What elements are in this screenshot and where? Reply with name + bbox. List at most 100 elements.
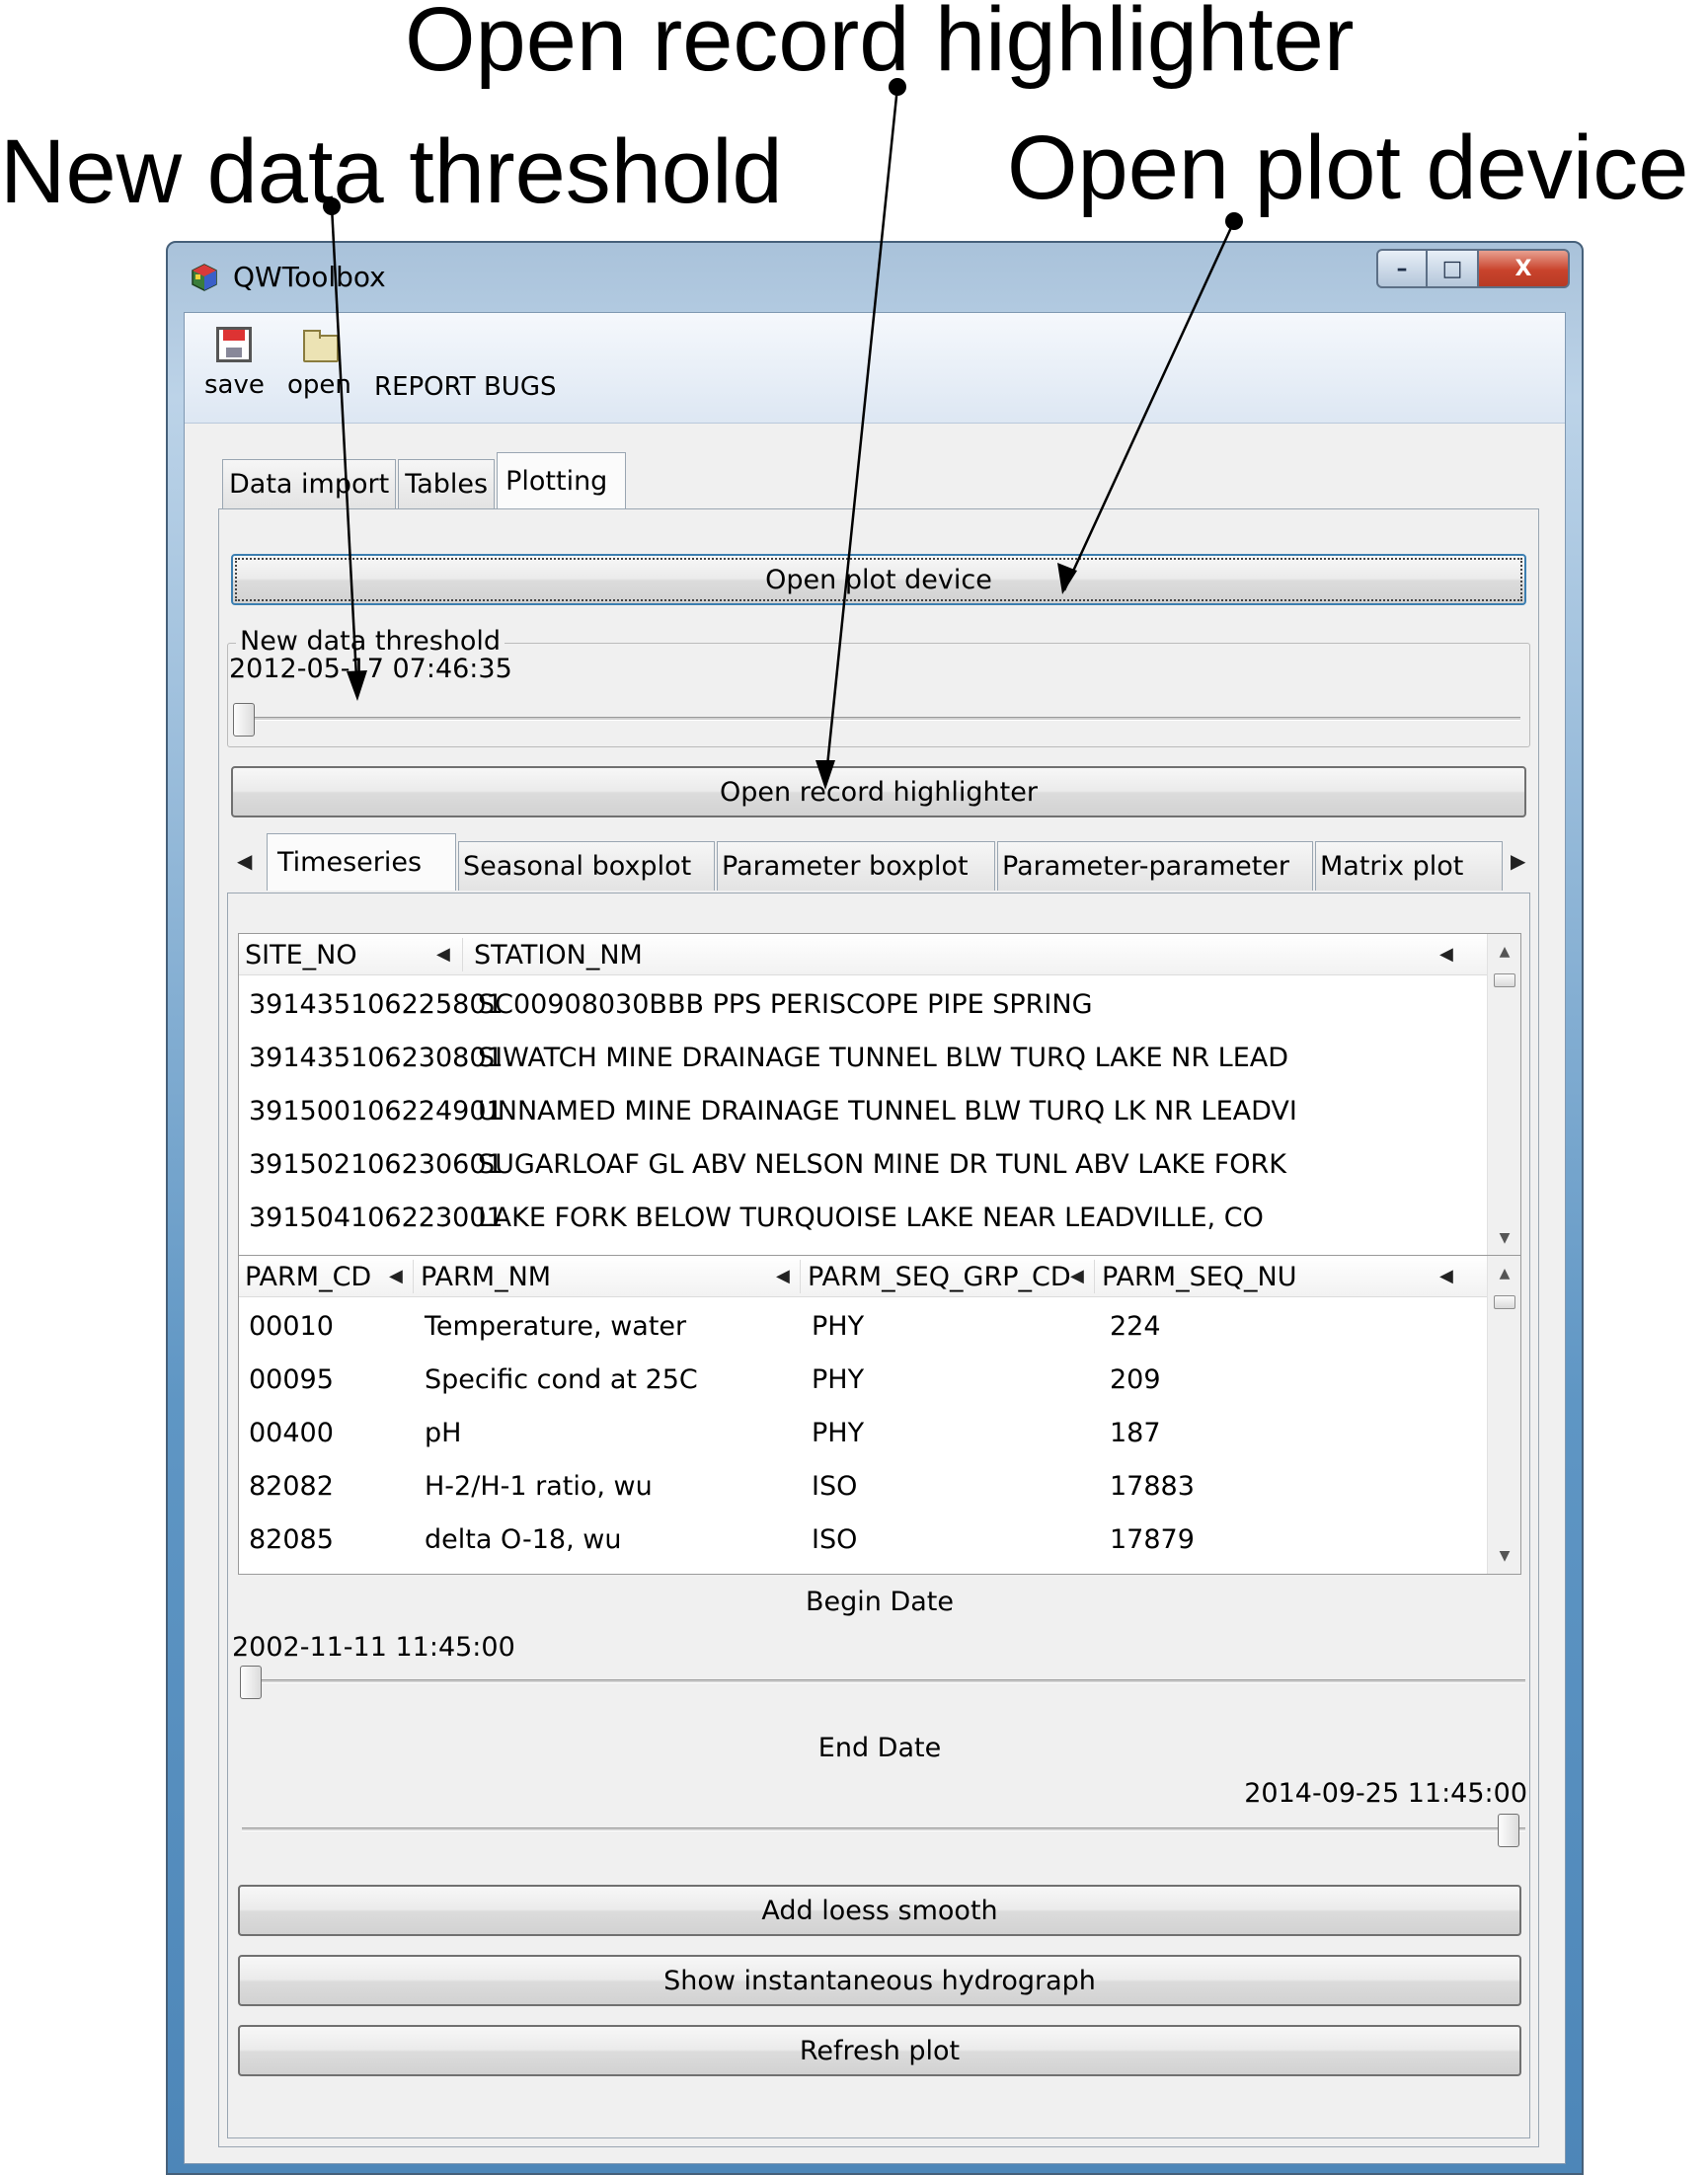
- floppy-disk-icon: [216, 327, 253, 362]
- parameters-table-header: PARM_CD ◀ PARM_NM ◀ PARM_SEQ_GRP_CD ◀ PA…: [239, 1256, 1487, 1297]
- close-button[interactable]: X: [1479, 249, 1570, 288]
- end-date-slider-handle[interactable]: [1498, 1814, 1519, 1847]
- plotting-panel: Open plot device New data threshold 2012…: [218, 508, 1539, 2147]
- column-separator[interactable]: [462, 938, 463, 971]
- scroll-thumb[interactable]: [1494, 973, 1515, 987]
- tab-tables[interactable]: Tables: [398, 459, 496, 508]
- sort-arrow-icon[interactable]: ◀: [389, 1266, 403, 1286]
- column-header-parm-seq-nu[interactable]: PARM_SEQ_NU: [1102, 1262, 1297, 1292]
- end-date-label: End Date: [817, 1733, 942, 1763]
- parm-seq-nu-cell: 17879: [1110, 1524, 1195, 1555]
- parm-nm-cell: H-2/H-1 ratio, wu: [425, 1471, 653, 1502]
- tab-data-import[interactable]: Data import: [222, 459, 397, 508]
- station-nm-cell: SUGARLOAF GL ABV NELSON MINE DR TUNL ABV…: [478, 1149, 1286, 1180]
- tab-scroll-right-icon[interactable]: ▶: [1511, 849, 1525, 873]
- sort-arrow-icon[interactable]: ◀: [1070, 1266, 1084, 1286]
- annotation-data-threshold: New data threshold: [0, 121, 783, 222]
- window-controls: – □ X: [1376, 249, 1570, 288]
- parm-nm-cell: pH: [425, 1418, 462, 1448]
- tab-parameter-boxplot[interactable]: Parameter boxplot: [717, 841, 995, 891]
- sites-table-scrollbar[interactable]: ▲ ▼: [1487, 934, 1520, 1256]
- add-loess-smooth-button[interactable]: Add loess smooth: [238, 1885, 1521, 1936]
- sites-table-header: SITE_NO ◀ STATION_NM ◀: [239, 934, 1487, 975]
- table-row[interactable]: 391435106225801 SC00908030BBB PPS PERISC…: [239, 979, 1487, 1033]
- save-label: save: [204, 370, 265, 400]
- timeseries-panel: SITE_NO ◀ STATION_NM ◀ 391435106225801 S…: [227, 893, 1530, 2138]
- threshold-title: New data threshold: [236, 626, 505, 657]
- tab-matrix-plot[interactable]: Matrix plot: [1315, 841, 1503, 891]
- sort-arrow-icon[interactable]: ◀: [1439, 1266, 1453, 1286]
- column-separator[interactable]: [800, 1260, 801, 1293]
- threshold-slider-track[interactable]: [237, 717, 1520, 721]
- site-no-cell: 391435106225801: [249, 989, 504, 1020]
- table-row[interactable]: 00095 Specific cond at 25C PHY 209: [239, 1355, 1487, 1408]
- parm-seq-grp-cd-cell: PHY: [812, 1311, 865, 1342]
- parameters-table-scrollbar[interactable]: ▲ ▼: [1487, 1256, 1520, 1574]
- maximize-button[interactable]: □: [1428, 249, 1479, 288]
- table-row[interactable]: 82082 H-2/H-1 ratio, wu ISO 17883: [239, 1461, 1487, 1515]
- tab-plotting[interactable]: Plotting: [497, 452, 627, 509]
- sort-arrow-icon[interactable]: ◀: [436, 944, 450, 965]
- parm-nm-cell: Temperature, water: [425, 1311, 687, 1342]
- column-header-parm-nm[interactable]: PARM_NM: [421, 1262, 551, 1292]
- column-separator[interactable]: [1094, 1260, 1095, 1293]
- scroll-thumb[interactable]: [1494, 1295, 1515, 1309]
- begin-date-value: 2002-11-11 11:45:00: [232, 1632, 515, 1663]
- threshold-value: 2012-05-17 07:46:35: [229, 654, 512, 684]
- parm-cd-cell: 82085: [249, 1524, 334, 1555]
- tab-scroll-left-icon[interactable]: ◀: [237, 849, 252, 873]
- sort-arrow-icon[interactable]: ◀: [1439, 944, 1453, 965]
- site-no-cell: 391502106230601: [249, 1149, 504, 1180]
- sites-table[interactable]: SITE_NO ◀ STATION_NM ◀ 391435106225801 S…: [238, 933, 1521, 1257]
- report-bugs-button[interactable]: REPORT BUGS: [374, 372, 556, 402]
- tab-seasonal-boxplot[interactable]: Seasonal boxplot: [458, 841, 715, 891]
- minimize-button[interactable]: –: [1376, 249, 1428, 288]
- sort-arrow-icon[interactable]: ◀: [776, 1266, 790, 1286]
- column-header-site-no[interactable]: SITE_NO: [245, 940, 357, 971]
- tab-parameter-parameter[interactable]: Parameter-parameter: [997, 841, 1313, 891]
- parm-seq-nu-cell: 209: [1110, 1364, 1161, 1395]
- parm-cd-cell: 82082: [249, 1471, 334, 1502]
- begin-date-slider-handle[interactable]: [240, 1666, 262, 1699]
- column-header-station-nm[interactable]: STATION_NM: [474, 940, 643, 971]
- parm-cd-cell: 00095: [249, 1364, 334, 1395]
- table-row[interactable]: 391500106224901 UNNAMED MINE DRAINAGE TU…: [239, 1086, 1487, 1139]
- parm-nm-cell: Specific cond at 25C: [425, 1364, 698, 1395]
- tab-timeseries[interactable]: Timeseries: [267, 833, 456, 891]
- table-row[interactable]: 391435106230801 SIWATCH MINE DRAINAGE TU…: [239, 1033, 1487, 1086]
- begin-date-slider-track[interactable]: [242, 1679, 1525, 1683]
- column-header-parm-seq-grp-cd[interactable]: PARM_SEQ_GRP_CD: [808, 1262, 1071, 1292]
- refresh-plot-button[interactable]: Refresh plot: [238, 2025, 1521, 2076]
- table-row[interactable]: 391502106230601 SUGARLOAF GL ABV NELSON …: [239, 1139, 1487, 1193]
- table-row[interactable]: 00400 pH PHY 187: [239, 1408, 1487, 1461]
- annotation-plot-device: Open plot device: [1007, 117, 1689, 218]
- title-bar[interactable]: QWToolbox – □ X: [168, 243, 1582, 310]
- save-button[interactable]: save: [204, 327, 265, 400]
- station-nm-cell: UNNAMED MINE DRAINAGE TUNNEL BLW TURQ LK…: [478, 1096, 1297, 1126]
- column-separator[interactable]: [413, 1260, 414, 1293]
- parameters-table[interactable]: PARM_CD ◀ PARM_NM ◀ PARM_SEQ_GRP_CD ◀ PA…: [238, 1255, 1521, 1575]
- threshold-slider-handle[interactable]: [233, 703, 255, 737]
- parm-seq-grp-cd-cell: ISO: [812, 1471, 858, 1502]
- open-record-highlighter-button[interactable]: Open record highlighter: [231, 766, 1526, 817]
- site-no-cell: 391435106230801: [249, 1043, 504, 1073]
- scroll-down-icon[interactable]: ▼: [1488, 1224, 1521, 1252]
- station-nm-cell: LAKE FORK BELOW TURQUOISE LAKE NEAR LEAD…: [478, 1203, 1264, 1233]
- end-date-slider-track[interactable]: [242, 1827, 1525, 1831]
- table-row[interactable]: 391504106223001 LAKE FORK BELOW TURQUOIS…: [239, 1193, 1487, 1246]
- station-nm-cell: SIWATCH MINE DRAINAGE TUNNEL BLW TURQ LA…: [478, 1043, 1289, 1073]
- scroll-up-icon[interactable]: ▲: [1488, 1260, 1521, 1287]
- annotation-record-highlighter: Open record highlighter: [405, 0, 1355, 90]
- report-bugs-label: REPORT BUGS: [374, 372, 557, 402]
- show-instantaneous-hydrograph-button[interactable]: Show instantaneous hydrograph: [238, 1955, 1521, 2006]
- table-row[interactable]: 00010 Temperature, water PHY 224: [239, 1301, 1487, 1355]
- begin-date-label: Begin Date: [805, 1587, 954, 1617]
- scroll-up-icon[interactable]: ▲: [1488, 938, 1521, 966]
- open-button[interactable]: open: [287, 327, 351, 400]
- parm-nm-cell: delta O-18, wu: [425, 1524, 622, 1555]
- column-header-parm-cd[interactable]: PARM_CD: [245, 1262, 371, 1292]
- scroll-down-icon[interactable]: ▼: [1488, 1542, 1521, 1570]
- site-no-cell: 391504106223001: [249, 1203, 504, 1233]
- open-plot-device-button[interactable]: Open plot device: [231, 554, 1526, 605]
- table-row[interactable]: 82085 delta O-18, wu ISO 17879: [239, 1515, 1487, 1568]
